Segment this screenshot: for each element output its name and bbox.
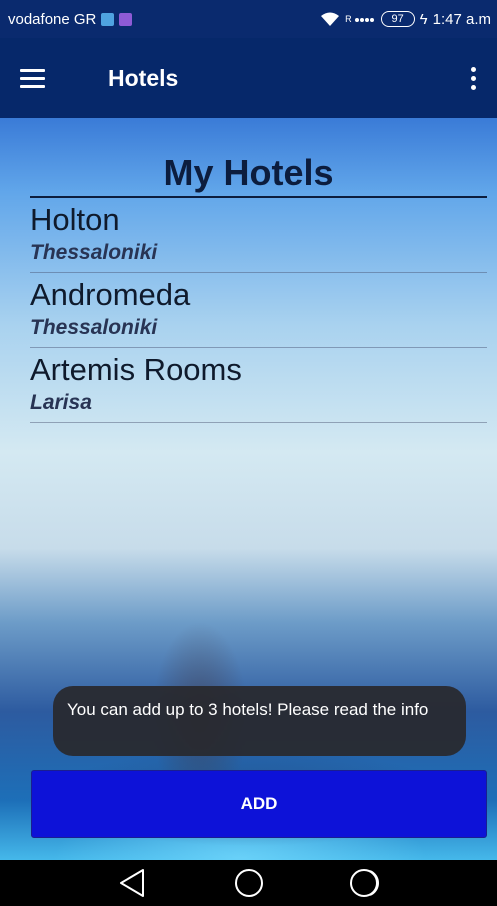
hotel-item[interactable]: Holton Thessaloniki — [30, 198, 487, 273]
carrier-name: vodafone GR — [8, 10, 97, 28]
app-title: Hotels — [108, 64, 179, 91]
app-bar: Hotels — [0, 38, 497, 118]
add-hotel-button[interactable]: ADD — [31, 770, 487, 838]
status-left: vodafone GR — [8, 10, 133, 28]
hotel-city: Thessaloniki — [30, 316, 158, 339]
hotel-name: Holton — [30, 202, 120, 237]
status-right: R 97 ϟ 1:47 a.m — [320, 11, 491, 28]
battery-icon: 97 — [380, 11, 415, 27]
add-button-label: ADD — [240, 794, 278, 813]
home-circle-icon[interactable] — [231, 865, 267, 901]
notification-gallery-icon — [119, 12, 133, 26]
hotel-item[interactable]: Artemis Rooms Larisa — [30, 348, 487, 423]
notification-app-icon — [101, 12, 115, 26]
hotel-city: Thessaloniki — [30, 241, 158, 264]
page-title: My Hotels — [163, 152, 334, 193]
charging-icon: ϟ — [419, 10, 428, 28]
more-vert-icon[interactable] — [461, 58, 485, 98]
hotel-list: Holton Thessaloniki Andromeda Thessaloni… — [30, 198, 487, 423]
content-area: My Hotels Holton Thessaloniki Andromeda … — [0, 118, 497, 860]
wifi-icon — [321, 12, 340, 26]
roaming-indicator: R — [345, 14, 352, 24]
hotel-name: Artemis Rooms — [30, 352, 242, 387]
signal-icon: R — [345, 14, 376, 24]
hamburger-menu-icon[interactable] — [20, 58, 76, 98]
status-bar: vodafone GR R 97 ϟ 1:47 a.m — [0, 0, 497, 38]
toast-message: You can add up to 3 hotels! Please read … — [53, 686, 466, 756]
battery-level: 97 — [391, 12, 404, 25]
back-triangle-icon[interactable] — [115, 865, 151, 901]
clock: 1:47 a.m — [432, 10, 491, 28]
hotel-name: Andromeda — [30, 277, 191, 312]
hotel-city: Larisa — [30, 391, 92, 414]
system-nav-bar — [0, 860, 497, 906]
hotel-item[interactable]: Andromeda Thessaloniki — [30, 273, 487, 348]
recents-icon[interactable] — [347, 865, 383, 901]
